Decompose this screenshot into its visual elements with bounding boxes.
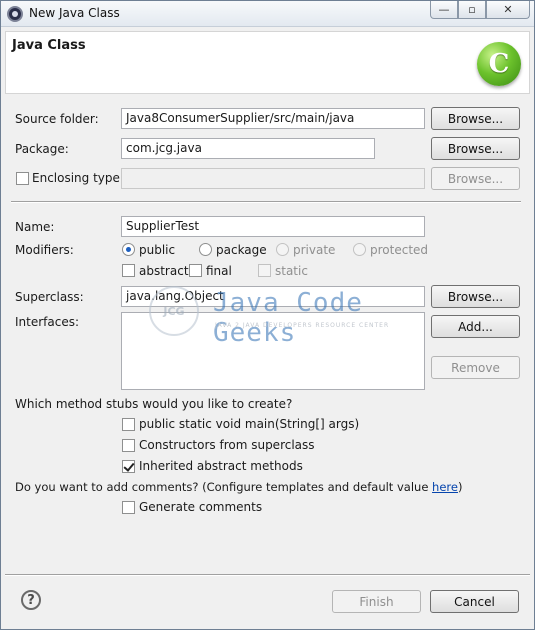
comments-question: Do you want to add comments? (Configure …	[15, 480, 462, 494]
minimize-icon: —	[438, 3, 450, 16]
modifier-static-checkbox	[258, 264, 271, 277]
source-folder-browse-button[interactable]: Browse...	[431, 107, 520, 130]
name-label: Name:	[15, 220, 55, 234]
modifier-final-checkbox[interactable]	[189, 264, 202, 277]
enclosing-type-input	[121, 168, 425, 189]
inherited-methods-checkbox[interactable]	[122, 460, 135, 473]
generate-comments-checkbox[interactable]	[122, 501, 135, 514]
enclosing-type-browse-button: Browse...	[431, 167, 520, 190]
modifier-protected-label: protected	[370, 243, 429, 257]
interfaces-add-button[interactable]: Add...	[431, 315, 520, 338]
modifier-private-label: private	[293, 243, 336, 257]
main-method-checkbox[interactable]	[122, 418, 135, 431]
interfaces-remove-button: Remove	[431, 356, 520, 379]
interfaces-list[interactable]	[121, 312, 425, 390]
new-java-class-dialog: New Java Class — ▫ ✕ Java Class C Source…	[0, 0, 535, 630]
wizard-header: Java Class C	[5, 31, 530, 94]
maximize-button[interactable]: ▫	[458, 1, 486, 19]
modifier-final-label: final	[206, 264, 232, 278]
java-class-logo-icon: C	[477, 42, 521, 86]
modifier-abstract-label: abstract	[139, 264, 189, 278]
modifier-public-label: public	[139, 243, 176, 257]
cancel-button[interactable]: Cancel	[430, 590, 519, 613]
modifiers-label: Modifiers:	[15, 243, 74, 257]
superclass-label: Superclass:	[15, 290, 84, 304]
enclosing-type-checkbox[interactable]	[16, 172, 29, 185]
modifier-private-radio	[276, 243, 289, 256]
minimize-button[interactable]: —	[430, 1, 458, 19]
modifier-abstract-checkbox[interactable]	[122, 264, 135, 277]
help-icon[interactable]: ?	[21, 590, 41, 610]
modifier-static-label: static	[275, 264, 308, 278]
finish-button: Finish	[332, 590, 421, 613]
modifier-package-radio[interactable]	[199, 243, 212, 256]
method-stubs-question: Which method stubs would you like to cre…	[15, 397, 293, 411]
comments-question-text: Do you want to add comments? (Configure …	[15, 480, 433, 494]
name-input[interactable]: SupplierTest	[121, 216, 425, 237]
modifier-public-radio[interactable]	[122, 243, 135, 256]
window-controls: — ▫ ✕	[430, 1, 530, 19]
main-method-label: public static void main(String[] args)	[139, 417, 360, 431]
package-label: Package:	[15, 142, 69, 156]
superclass-input[interactable]: java.lang.Object	[121, 286, 425, 307]
close-button[interactable]: ✕	[486, 1, 530, 19]
window-title: New Java Class	[29, 6, 120, 20]
interfaces-label: Interfaces:	[15, 315, 80, 329]
configure-templates-link[interactable]: here	[432, 480, 458, 494]
comments-question-end: )	[457, 480, 463, 494]
footer-separator	[5, 574, 530, 576]
title-bar[interactable]: New Java Class — ▫ ✕	[1, 1, 534, 27]
generate-comments-label: Generate comments	[139, 500, 263, 514]
package-input[interactable]: com.jcg.java	[121, 138, 375, 159]
enclosing-type-label: Enclosing type:	[32, 171, 124, 185]
eclipse-icon	[7, 6, 23, 22]
close-icon: ✕	[503, 3, 513, 16]
inherited-methods-label: Inherited abstract methods	[139, 459, 303, 473]
source-folder-input[interactable]: Java8ConsumerSupplier/src/main/java	[121, 108, 425, 129]
package-browse-button[interactable]: Browse...	[431, 137, 520, 160]
constructors-checkbox[interactable]	[122, 439, 135, 452]
maximize-icon: ▫	[468, 3, 476, 16]
separator	[11, 201, 521, 203]
page-title: Java Class	[12, 38, 86, 53]
source-folder-label: Source folder:	[15, 112, 99, 126]
modifier-package-label: package	[216, 243, 267, 257]
modifier-protected-radio	[353, 243, 366, 256]
superclass-browse-button[interactable]: Browse...	[431, 285, 520, 308]
constructors-label: Constructors from superclass	[139, 438, 315, 452]
